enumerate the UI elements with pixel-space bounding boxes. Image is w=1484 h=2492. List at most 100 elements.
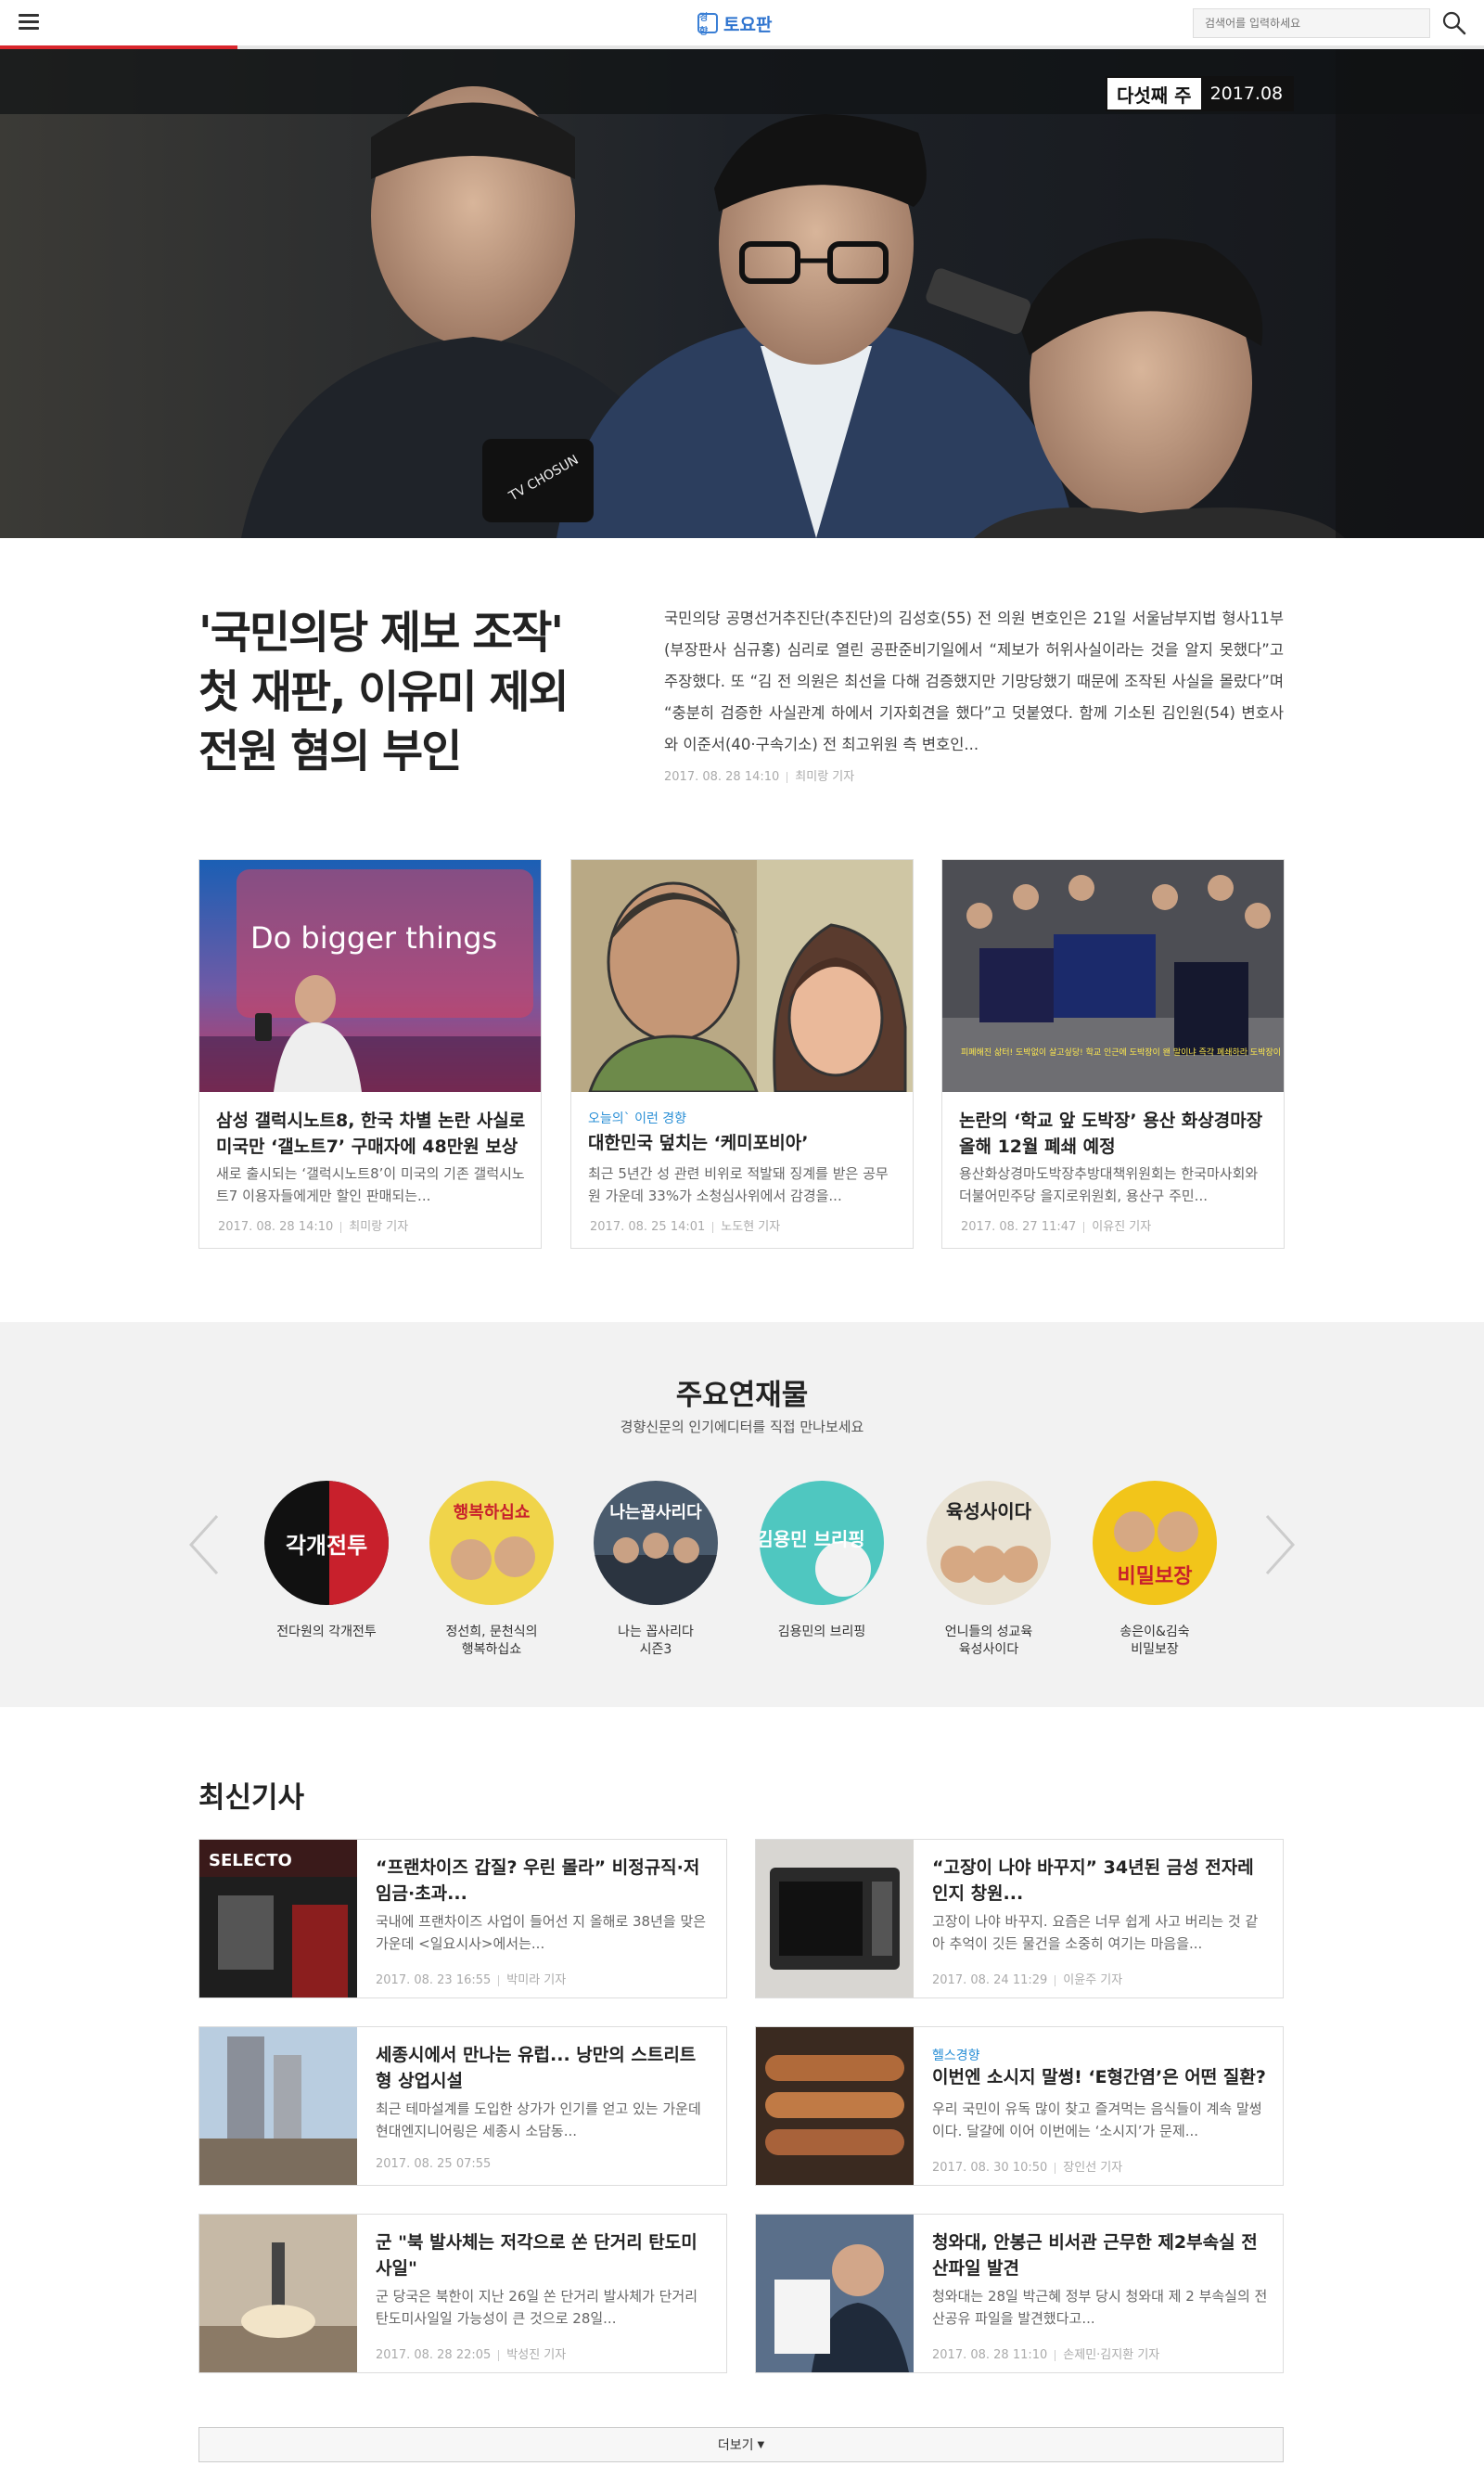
article-title: “프랜차이즈 갑질? 우린 몰라” 비정규직·저임금·초과... xyxy=(376,1857,700,1904)
article-author: 박성진 기자 xyxy=(506,2348,567,2362)
serial-label: 언니들의 성교육 육성사이다 xyxy=(944,1625,1033,1657)
latest-article[interactable]: “고장이 나야 바꾸지” 34년된 금성 전자레인지 창원... 고장이 나야 … xyxy=(755,1839,1284,1998)
serial-item[interactable]: 행복하십쇼 정선희, 문천식의 행복하십쇼 xyxy=(408,1481,575,1659)
top-bar: 경향 토요판 xyxy=(0,0,1484,46)
card-meta: 2017. 08. 28 14:10 최미랑 기자 xyxy=(218,1216,408,1234)
article-title: 군 "북 발사체는 저각으로 쏜 단거리 탄도미사일" xyxy=(376,2232,697,2279)
serial-item[interactable]: 비밀보장 송은이&김숙 비밀보장 xyxy=(1071,1481,1238,1659)
article-category: 헬스경향 xyxy=(932,2049,980,2063)
carousel-next-arrow-icon[interactable] xyxy=(1261,1512,1298,1577)
article-desc: 군 당국은 북한이 지난 26일 쏜 단거리 발사체가 단거리 탄도미사일일 가… xyxy=(376,2288,698,2327)
card-image-illustration xyxy=(571,860,913,1092)
lead-body[interactable]: 국민의당 공명선거추진단(추진단)의 김성호(55) 전 의원 변호인은 21일… xyxy=(664,603,1284,761)
serial-thumb: 김용민 브리핑 xyxy=(760,1481,884,1605)
article-title: 청와대, 안봉근 비서관 근무한 제2부속실 전산파일 발견 xyxy=(932,2232,1258,2279)
article-date: 2017. 08. 23 16:55 xyxy=(376,1973,492,1987)
article-thumb-missile xyxy=(199,2215,357,2372)
carousel-prev-arrow-icon[interactable] xyxy=(186,1512,223,1577)
article-thumb-store: SELECTO xyxy=(199,1840,357,1997)
article-meta: 2017. 08. 30 10:50 장인선 기자 xyxy=(932,2157,1122,2175)
serial-art-text: 행복하십쇼 xyxy=(454,1503,531,1522)
card-author: 최미랑 기자 xyxy=(349,1220,409,1234)
serial-label: 김용민의 브리핑 xyxy=(777,1625,866,1639)
article-title: 이번엔 소시지 말썽! ‘E형간염’은 어떤 질환? xyxy=(932,2067,1266,2087)
featured-card[interactable]: 오늘의` 이런 경향 대한민국 덮치는 ‘케미포비아’ 최근 5년간 성 관련 … xyxy=(570,859,914,1249)
card-desc: 최근 5년간 성 관련 비위로 적발돼 징계를 받은 공무원 가운데 33%가 … xyxy=(588,1165,889,1204)
article-date: 2017. 08. 28 11:10 xyxy=(932,2348,1048,2362)
card-author: 노도현 기자 xyxy=(721,1220,781,1234)
logo-text: 토요판 xyxy=(723,14,773,35)
serial-label: 나는 꼽사리다 시즌3 xyxy=(618,1625,694,1657)
latest-article[interactable]: 군 "북 발사체는 저각으로 쏜 단거리 탄도미사일" 군 당국은 북한이 지난… xyxy=(198,2214,727,2373)
article-desc: 청와대는 28일 박근혜 정부 당시 청와대 제 2 부속실의 전산공유 파일을… xyxy=(932,2288,1268,2327)
serial-thumb: 육성사이다 xyxy=(927,1481,1051,1605)
article-title: “고장이 나야 바꾸지” 34년된 금성 전자레인지 창원... xyxy=(932,1857,1254,1904)
site-logo[interactable]: 경향 토요판 xyxy=(697,9,772,37)
latest-article[interactable]: 세종시에서 만나는 유럽... 낭만의 스트리트형 상업시설 최근 테마설계를 … xyxy=(198,2026,727,2186)
latest-section-title: 최신기사 xyxy=(198,1781,305,1815)
article-date: 2017. 08. 25 07:55 xyxy=(376,2157,492,2171)
serial-item[interactable]: 나는꼽사리다 나는 꼽사리다 시즌3 xyxy=(572,1481,739,1659)
serial-thumb: 각개전투 xyxy=(264,1481,389,1605)
serial-art-text: 육성사이다 xyxy=(946,1500,1032,1522)
lead-author: 최미랑 기자 xyxy=(795,770,855,784)
lead-meta: 2017. 08. 28 14:10 최미랑 기자 xyxy=(664,766,854,784)
card-meta: 2017. 08. 25 14:01 노도현 기자 xyxy=(590,1216,780,1234)
article-desc: 고장이 나야 바꾸지. 요즘은 너무 쉽게 사고 버리는 것 같아 추억이 깃든… xyxy=(932,1913,1259,1952)
serial-thumb: 비밀보장 xyxy=(1093,1481,1217,1605)
serial-item[interactable]: 김용민 브리핑 김용민의 브리핑 xyxy=(738,1481,905,1641)
card-title: 삼성 갤럭시노트8, 한국 차별 논란 사실로 미국만 ‘갤노트7’ 구매자에 … xyxy=(216,1111,526,1157)
serial-label: 전다원의 각개전투 xyxy=(276,1625,377,1639)
latest-article[interactable]: SELECTO “프랜차이즈 갑질? 우린 몰라” 비정규직·저임금·초과...… xyxy=(198,1839,727,1998)
week-date: 2017.08 xyxy=(1200,78,1293,109)
card-desc: 용산화상경마도박장추방대책위원회는 한국마사회와 더불어민주당 을지로위원회, … xyxy=(959,1165,1259,1204)
article-meta: 2017. 08. 28 11:10 손제민·김지환 기자 xyxy=(932,2344,1159,2362)
card-date: 2017. 08. 28 14:10 xyxy=(218,1220,334,1234)
article-author: 손제민·김지환 기자 xyxy=(1063,2348,1160,2362)
search-icon[interactable] xyxy=(1441,10,1467,36)
article-date: 2017. 08. 24 11:29 xyxy=(932,1973,1048,1987)
latest-article[interactable]: 청와대, 안봉근 비서관 근무한 제2부속실 전산파일 발견 청와대는 28일 … xyxy=(755,2214,1284,2373)
serial-item[interactable]: 육성사이다 언니들의 성교육 육성사이다 xyxy=(905,1481,1072,1659)
search-input[interactable] xyxy=(1193,8,1430,38)
serial-art-text: 각개전투 xyxy=(286,1533,367,1559)
serial-label: 정선희, 문천식의 행복하십쇼 xyxy=(445,1625,538,1657)
lead-headline[interactable]: '국민의당 제보 조작' 첫 재판, 이유미 제외 전원 혐의 부인 xyxy=(198,603,625,781)
serial-art-text: 나는꼽사리다 xyxy=(609,1503,702,1522)
card-image-text: 피폐해진 삶터! 도박없이 살고싶당! 학교 인근에 도박장이 왠 말이냐 즉각… xyxy=(961,1047,1284,1058)
featured-card[interactable]: 피폐해진 삶터! 도박없이 살고싶당! 학교 인근에 도박장이 왠 말이냐 즉각… xyxy=(941,859,1285,1249)
article-date: 2017. 08. 30 10:50 xyxy=(932,2161,1048,2175)
card-title: 대한민국 덮치는 ‘케미포비아’ xyxy=(588,1133,809,1153)
serial-art-text: 김용민 브리핑 xyxy=(760,1528,865,1550)
card-image-galaxy-note8: Do bigger things xyxy=(199,860,541,1092)
article-meta: 2017. 08. 25 07:55 xyxy=(376,2157,491,2171)
card-meta: 2017. 08. 27 11:47 이유진 기자 xyxy=(961,1216,1151,1234)
more-button[interactable]: 더보기 ▼ xyxy=(198,2427,1284,2462)
serial-thumb: 행복하십쇼 xyxy=(429,1481,554,1605)
serial-label: 송은이&김숙 비밀보장 xyxy=(1119,1625,1190,1657)
featured-card[interactable]: Do bigger things 삼성 갤럭시노트8, 한국 차별 논란 사실로… xyxy=(198,859,542,1249)
card-image-text: Do bigger things xyxy=(250,920,497,956)
hero-photo[interactable]: TV CHOSUN xyxy=(0,49,1484,538)
card-desc: 새로 출시되는 ‘갤럭시노트8’이 미국의 기존 갤럭시노트7 이용자들에게만 … xyxy=(216,1165,525,1204)
article-desc: 국내에 프랜차이즈 사업이 들어선 지 올해로 38년을 맞은 가운데 <일요시… xyxy=(376,1913,707,1952)
card-date: 2017. 08. 25 14:01 xyxy=(590,1220,706,1234)
article-desc: 우리 국민이 유독 많이 찾고 즐겨먹는 음식들이 계속 말썽이다. 달걀에 이… xyxy=(932,2100,1262,2139)
hamburger-menu-icon[interactable] xyxy=(19,14,39,31)
more-button-label: 더보기 xyxy=(717,2438,754,2453)
week-label: 다섯째 주 xyxy=(1117,83,1192,107)
serial-item[interactable]: 각개전투 전다원의 각개전투 xyxy=(243,1481,410,1641)
caret-down-icon: ▼ xyxy=(757,2439,765,2450)
article-thumb-official xyxy=(756,2215,914,2372)
serial-thumb: 나는꼽사리다 xyxy=(594,1481,718,1605)
article-thumb-building xyxy=(199,2027,357,2185)
article-desc: 최근 테마설계를 도입한 상가가 인기를 얻고 있는 가운데 현대엔지니어링은 … xyxy=(376,2100,701,2139)
article-author: 박미라 기자 xyxy=(506,1973,567,1987)
serial-art-text: 비밀보장 xyxy=(1118,1565,1193,1588)
article-meta: 2017. 08. 24 11:29 이윤주 기자 xyxy=(932,1970,1122,1987)
lead-headline-line: '국민의당 제보 조작' xyxy=(198,607,564,659)
latest-article[interactable]: 헬스경향 이번엔 소시지 말썽! ‘E형간염’은 어떤 질환? 우리 국민이 유… xyxy=(755,2026,1284,2186)
serial-subtitle: 경향신문의 인기에디터를 직접 만나보세요 xyxy=(620,1419,864,1435)
lead-headline-line: 전원 혐의 부인 xyxy=(198,726,462,777)
article-title: 세종시에서 만나는 유럽... 낭만의 스트리트형 상업시설 xyxy=(376,2045,697,2091)
